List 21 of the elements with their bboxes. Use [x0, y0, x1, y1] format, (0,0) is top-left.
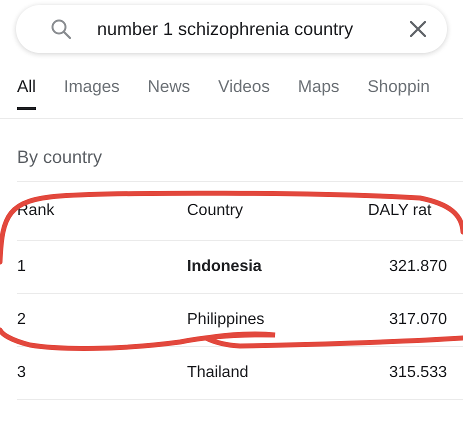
table-cell-text: 321.870: [388, 258, 447, 276]
section-title: By country: [17, 147, 104, 169]
search-input[interactable]: number 1 schizophrenia country: [97, 18, 399, 40]
table-cell-text: Indonesia: [187, 258, 263, 276]
tab[interactable]: Videos: [218, 77, 270, 107]
tab[interactable]: Shoppin: [367, 77, 430, 107]
column-header: DALY rat: [367, 202, 432, 220]
column-header: Country: [187, 202, 244, 220]
table-cell-text: Philippines: [187, 311, 266, 329]
table-cell-text: 317.070: [388, 311, 447, 329]
tab[interactable]: All: [17, 77, 36, 110]
table-cell-text: 2: [17, 311, 27, 329]
tab[interactable]: Images: [64, 77, 120, 107]
search-icon: [50, 18, 72, 40]
table-cell-text: 3: [17, 364, 27, 382]
close-icon[interactable]: [409, 20, 427, 38]
table-cell-text: 315.533: [388, 364, 447, 382]
tab[interactable]: Maps: [298, 77, 340, 107]
table-cell-text: 1: [17, 258, 27, 276]
tab[interactable]: News: [148, 77, 190, 107]
table-cell-text: Thailand: [187, 364, 250, 382]
